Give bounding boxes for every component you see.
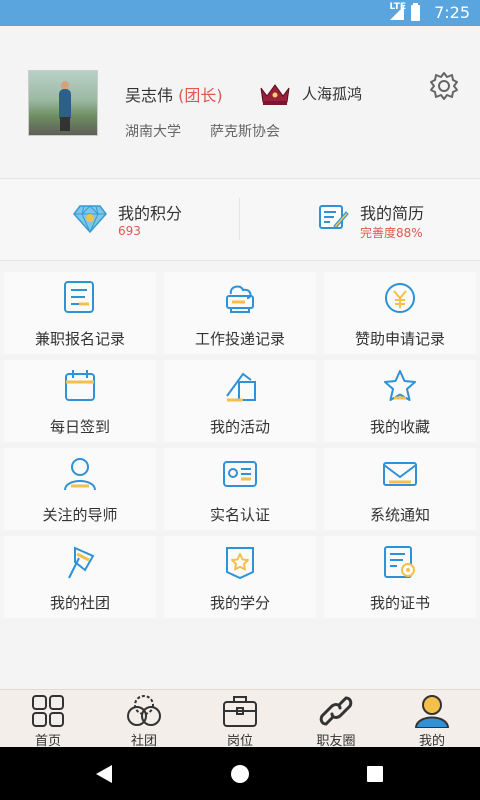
home-grid-icon (32, 695, 64, 727)
divider (0, 178, 480, 179)
briefcase-icon (223, 696, 257, 727)
tab-friends-circle[interactable]: 职友圈 (288, 690, 384, 749)
circles-icon (127, 695, 161, 726)
calendar-icon (65, 370, 95, 401)
stats-row: 我的积分 693 我的简历 完善度88% (0, 180, 480, 260)
menu-item-label: 我的证书 (369, 594, 430, 612)
divider (0, 260, 480, 261)
menu-item-my-clubs[interactable]: 我的社团 (4, 536, 156, 618)
crown-icon (260, 84, 290, 105)
home-icon[interactable] (231, 765, 249, 783)
recents-icon[interactable] (367, 766, 383, 782)
menu-item-label: 兼职报名记录 (34, 330, 125, 348)
menu-item-label: 实名认证 (209, 506, 270, 524)
system-nav-bar (0, 747, 480, 800)
user-club[interactable]: 萨克斯协会 (210, 121, 280, 141)
envelope-icon (383, 462, 417, 486)
user-name: 吴志伟 (125, 86, 174, 105)
id-card-icon (223, 461, 257, 487)
activity-icon (226, 372, 256, 402)
resume-title: 我的简历 (360, 204, 425, 223)
menu-item-sponsor-requests[interactable]: 赞助申请记录 (324, 272, 476, 354)
menu-item-label: 我的活动 (209, 418, 270, 436)
link-icon (319, 696, 353, 726)
certificate-icon (384, 546, 415, 578)
back-icon[interactable] (96, 765, 112, 783)
battery-icon (411, 3, 420, 21)
points-card[interactable]: 我的积分 693 (0, 180, 240, 260)
clock: 7:25 (434, 3, 470, 22)
print-deliver-icon (226, 285, 254, 313)
points-title: 我的积分 (118, 204, 183, 223)
gear-icon[interactable] (428, 70, 460, 102)
user-school[interactable]: 湖南大学 (125, 121, 181, 141)
menu-item-label: 我的学分 (209, 594, 270, 612)
user-role: (团长) (178, 86, 223, 105)
menu-item-label: 每日签到 (49, 418, 110, 436)
menu-item-followed-mentors[interactable]: 关注的导师 (4, 448, 156, 530)
stats-divider (239, 198, 240, 240)
menu-item-my-activities[interactable]: 我的活动 (164, 360, 316, 442)
bottom-tab-bar: 首页 社团 岗位 职友圈 我的 (0, 689, 480, 749)
resume-scroll-icon (319, 205, 349, 229)
avatar-photo-body (59, 89, 71, 119)
menu-item-my-certificates[interactable]: 我的证书 (324, 536, 476, 618)
yuan-coin-icon (385, 283, 415, 313)
club-flag-icon (68, 546, 95, 579)
menu-item-label: 系统通知 (369, 506, 430, 524)
avatar[interactable] (28, 70, 98, 136)
menu-item-system-notices[interactable]: 系统通知 (324, 448, 476, 530)
menu-item-real-name-auth[interactable]: 实名认证 (164, 448, 316, 530)
user-nickname: 人海孤鸿 (302, 85, 363, 103)
menu-item-daily-checkin[interactable]: 每日签到 (4, 360, 156, 442)
menu-item-label: 关注的导师 (42, 506, 118, 524)
status-bar: LTE 7:25 (0, 0, 480, 26)
profile-header: 吴志伟 (团长) 人海孤鸿 湖南大学 萨克斯协会 (0, 26, 480, 176)
star-icon (384, 370, 416, 401)
credit-badge-icon (226, 547, 254, 580)
resume-completion: 完善度88% (360, 226, 423, 240)
form-record-icon (64, 281, 94, 313)
person-icon (64, 458, 96, 491)
diamond-icon (73, 205, 107, 234)
avatar-photo-legs (60, 117, 70, 131)
user-name-line: 吴志伟 (团长) (125, 82, 223, 106)
tab-mine[interactable]: 我的 (384, 690, 480, 749)
menu-item-parttime-records[interactable]: 兼职报名记录 (4, 272, 156, 354)
menu-item-label: 工作投递记录 (194, 330, 285, 348)
points-value: 693 (118, 224, 141, 238)
menu-item-my-favorites[interactable]: 我的收藏 (324, 360, 476, 442)
menu-item-label: 赞助申请记录 (354, 330, 445, 348)
menu-item-my-credits[interactable]: 我的学分 (164, 536, 316, 618)
tab-jobs[interactable]: 岗位 (192, 690, 288, 749)
signal-icon (390, 6, 404, 20)
resume-card[interactable]: 我的简历 完善度88% (240, 180, 480, 260)
tab-clubs[interactable]: 社团 (96, 690, 192, 749)
menu-item-label: 我的社团 (49, 594, 110, 612)
tab-home[interactable]: 首页 (0, 690, 96, 749)
user-icon (414, 695, 450, 728)
menu-item-job-applications[interactable]: 工作投递记录 (164, 272, 316, 354)
menu-item-label: 我的收藏 (369, 418, 430, 436)
